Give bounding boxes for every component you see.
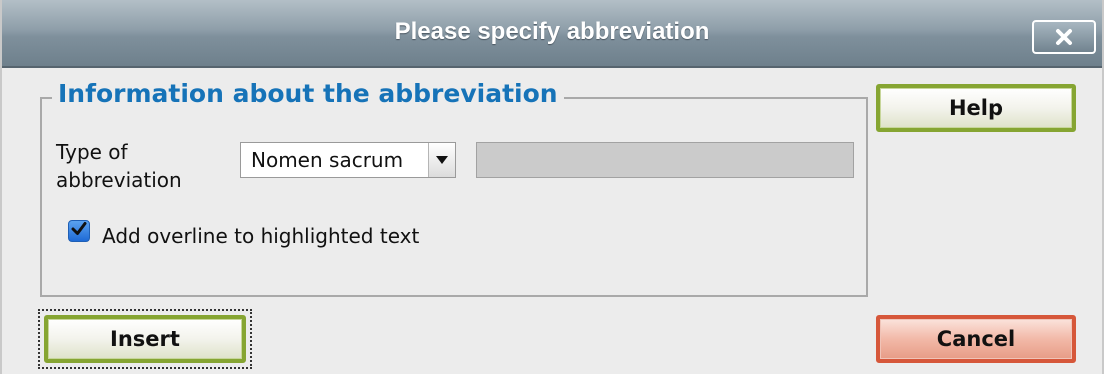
dialog-title: Please specify abbreviation [394, 18, 710, 45]
overline-checkbox-label[interactable]: Add overline to highlighted text [56, 218, 436, 254]
abbreviation-type-value: Nomen sacrum [251, 148, 404, 172]
insert-button[interactable]: Insert [44, 315, 246, 363]
abbreviation-text-input[interactable] [476, 142, 854, 178]
cancel-button[interactable]: Cancel [876, 315, 1076, 363]
fieldset-legend: Information about the abbreviation [52, 79, 564, 108]
title-bar[interactable]: Please specify abbreviation [2, 0, 1102, 68]
help-button[interactable]: Help [876, 84, 1076, 132]
close-button[interactable] [1032, 20, 1096, 54]
checkmark-icon [71, 221, 87, 241]
abbreviation-type-select[interactable]: Nomen sacrum [240, 142, 456, 178]
abbreviation-dialog: Please specify abbreviation Information … [0, 0, 1104, 374]
close-icon [1054, 27, 1074, 47]
overline-checkbox[interactable] [68, 220, 90, 242]
chevron-down-icon [428, 143, 455, 177]
type-of-abbreviation-label: Type of abbreviation [56, 140, 182, 192]
abbreviation-info-fieldset: Information about the abbreviation [40, 79, 868, 297]
